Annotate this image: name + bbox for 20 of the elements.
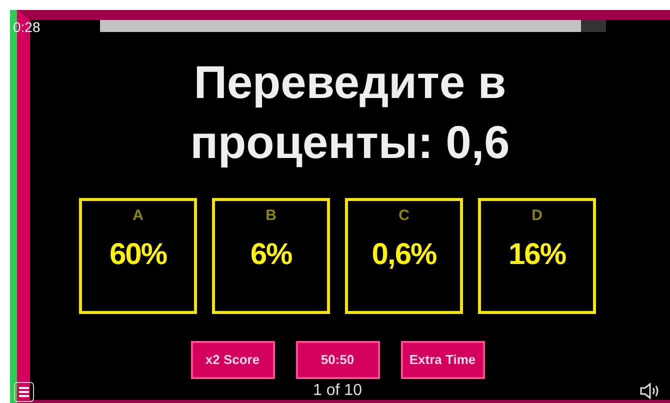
question-text: Переведите в проценты: 0,6 [189,54,511,170]
powerup-button[interactable]: Extra Time [400,340,484,379]
speaker-icon[interactable] [640,382,660,400]
answer-letter: A [132,206,144,224]
answer-option[interactable]: D 16% [478,198,596,314]
powerup-button[interactable]: 50:50 [296,340,380,379]
answer-text: 16% [508,238,566,272]
answer-letter: B [266,206,276,224]
powerup-button[interactable]: x2 Score [190,340,274,379]
answer-option[interactable]: A 60% [79,198,197,314]
answer-letter: C [398,206,410,224]
question-counter: 1 of 10 [313,382,362,400]
answer-text: 60% [109,238,167,272]
timer-text: 0:28 [13,20,40,34]
answer-option[interactable]: B 6% [212,198,330,314]
answer-text: 6% [250,238,292,272]
answer-text: 0,6% [372,238,436,272]
answer-letter: D [532,206,542,224]
menu-icon[interactable] [14,382,34,402]
answer-option[interactable]: C 0,6% [345,198,463,314]
